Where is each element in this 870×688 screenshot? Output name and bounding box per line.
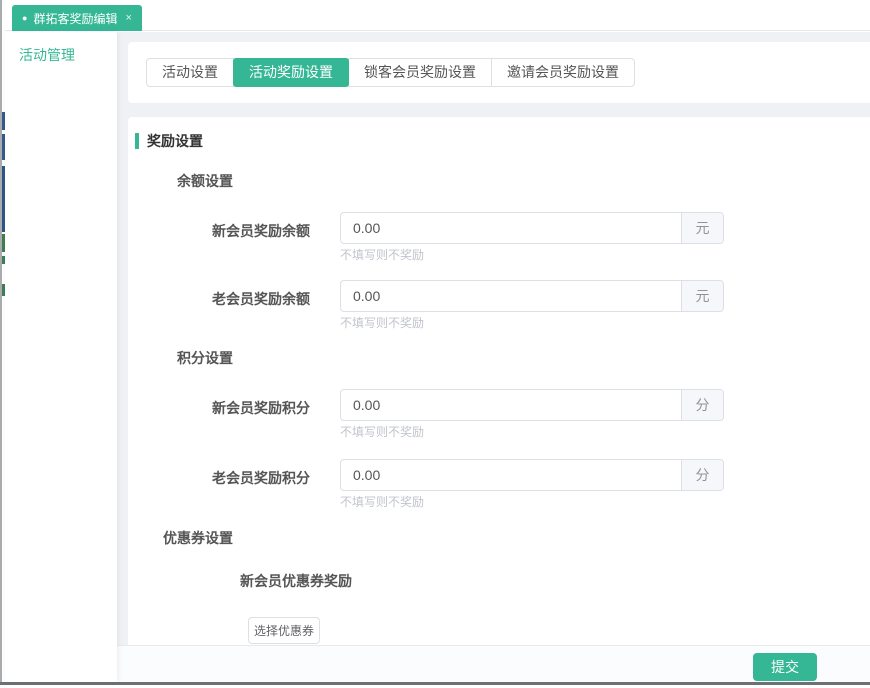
sidebar: 活动管理 — [5, 32, 117, 682]
settings-tab-group: 活动设置 活动奖励设置 锁客会员奖励设置 邀请会员奖励设置 — [146, 58, 635, 87]
group-title-balance-settings: 余额设置 — [128, 173, 233, 189]
new-member-points-input[interactable] — [341, 390, 681, 420]
form-row-old-member-balance: 老会员奖励余额 元 不填写则不奖励 — [340, 280, 724, 330]
field-label: 新会员奖励积分 — [128, 398, 310, 418]
active-dot-icon: ● — [22, 14, 27, 23]
old-member-balance-input-group: 元 — [340, 280, 724, 312]
old-member-balance-input[interactable] — [341, 281, 681, 311]
new-member-points-input-group: 分 — [340, 389, 724, 421]
submit-button[interactable]: 提交 — [753, 653, 817, 681]
tab-activity-reward-settings[interactable]: 活动奖励设置 — [233, 58, 349, 87]
section-title-reward-settings: 奖励设置 — [135, 133, 870, 149]
select-coupon-button[interactable]: 选择优惠券 — [248, 617, 320, 644]
app-window: ● 群拓客奖励编辑 × 活动管理 活动设置 活动奖励设置 锁客会员奖励设置 邀请… — [0, 0, 870, 688]
tab-activity-settings[interactable]: 活动设置 — [146, 58, 234, 87]
form-footer: 提交 — [117, 645, 870, 682]
new-member-coupon-reward-label: 新会员优惠券奖励 — [240, 573, 870, 589]
field-label: 新会员奖励余额 — [128, 221, 310, 241]
field-label: 老会员奖励积分 — [128, 468, 310, 488]
group-title-coupon-settings: 优惠券设置 — [128, 530, 233, 546]
group-title-points-settings: 积分设置 — [128, 350, 233, 366]
field-hint: 不填写则不奖励 — [340, 248, 724, 262]
field-hint: 不填写则不奖励 — [340, 316, 724, 330]
field-hint: 不填写则不奖励 — [340, 425, 724, 439]
old-member-points-input[interactable] — [341, 460, 681, 490]
settings-tabs-card: 活动设置 活动奖励设置 锁客会员奖励设置 邀请会员奖励设置 — [128, 42, 870, 103]
old-member-points-input-group: 分 — [340, 459, 724, 491]
unit-suffix-yuan: 元 — [681, 213, 723, 243]
new-member-balance-input-group: 元 — [340, 212, 724, 244]
form-row-new-member-balance: 新会员奖励余额 元 不填写则不奖励 — [340, 212, 724, 262]
unit-suffix-fen: 分 — [681, 460, 723, 490]
window-tab-bar: ● 群拓客奖励编辑 × — [5, 0, 870, 31]
tab-lock-member-reward-settings[interactable]: 锁客会员奖励设置 — [348, 58, 492, 87]
field-hint: 不填写则不奖励 — [340, 495, 724, 509]
reward-settings-form-card: 奖励设置 余额设置 新会员奖励余额 元 不填写则不奖励 老会员奖励余额 元 不填… — [128, 117, 870, 645]
form-row-new-member-points: 新会员奖励积分 分 不填写则不奖励 — [340, 389, 724, 439]
window-tab-active[interactable]: ● 群拓客奖励编辑 × — [12, 5, 142, 31]
close-icon[interactable]: × — [125, 12, 131, 24]
new-member-balance-input[interactable] — [341, 213, 681, 243]
form-row-old-member-points: 老会员奖励积分 分 不填写则不奖励 — [340, 459, 724, 509]
window-tab-label: 群拓客奖励编辑 — [33, 10, 117, 27]
tab-invite-member-reward-settings[interactable]: 邀请会员奖励设置 — [491, 58, 635, 87]
unit-suffix-fen: 分 — [681, 390, 723, 420]
sidebar-item-activity-management[interactable]: 活动管理 — [5, 32, 117, 78]
unit-suffix-yuan: 元 — [681, 281, 723, 311]
field-label: 老会员奖励余额 — [128, 289, 310, 309]
window-bottom-edge — [0, 682, 870, 685]
